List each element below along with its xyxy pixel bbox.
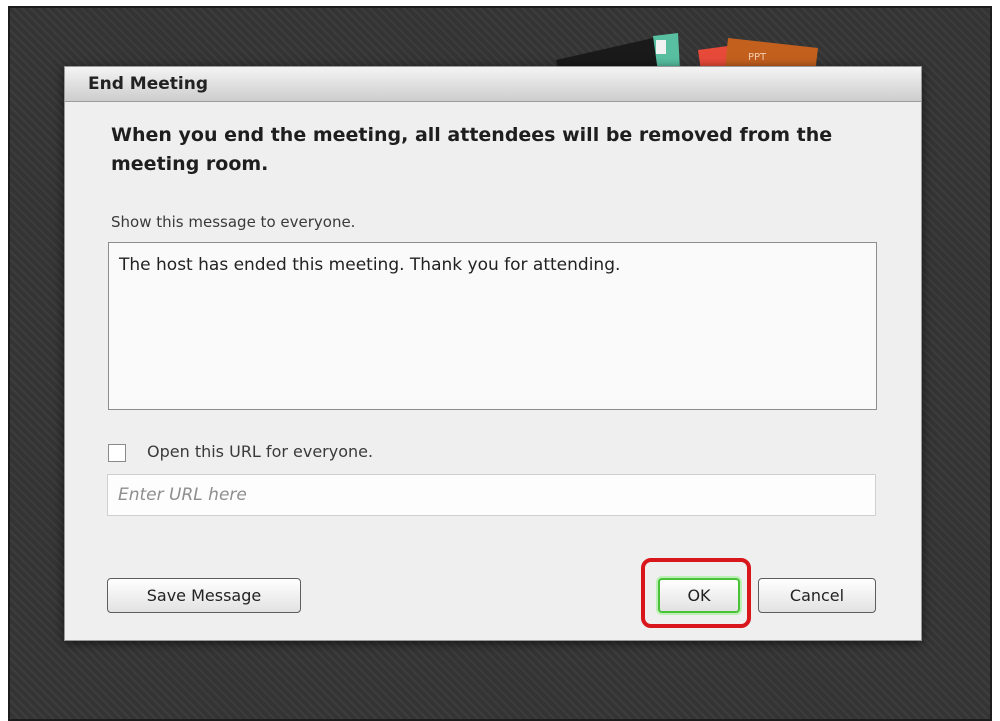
open-url-label[interactable]: Open this URL for everyone. — [147, 442, 373, 461]
ppt-tag-label: PPT — [748, 52, 767, 63]
end-meeting-warning: When you end the meeting, all attendees … — [111, 124, 833, 175]
end-message-textarea[interactable]: The host has ended this meeting. Thank y… — [108, 242, 877, 410]
dialog-titlebar: End Meeting — [65, 67, 921, 102]
save-message-button[interactable]: Save Message — [107, 578, 301, 613]
dialog-title: End Meeting — [88, 74, 209, 94]
message-label: Show this message to everyone. — [111, 213, 356, 231]
open-url-checkbox[interactable] — [108, 444, 126, 462]
cancel-button[interactable]: Cancel — [758, 578, 876, 613]
url-input[interactable] — [107, 474, 876, 516]
end-meeting-dialog: End Meeting When you end the meeting, al… — [64, 66, 922, 641]
ok-button-highlight — [641, 558, 751, 628]
